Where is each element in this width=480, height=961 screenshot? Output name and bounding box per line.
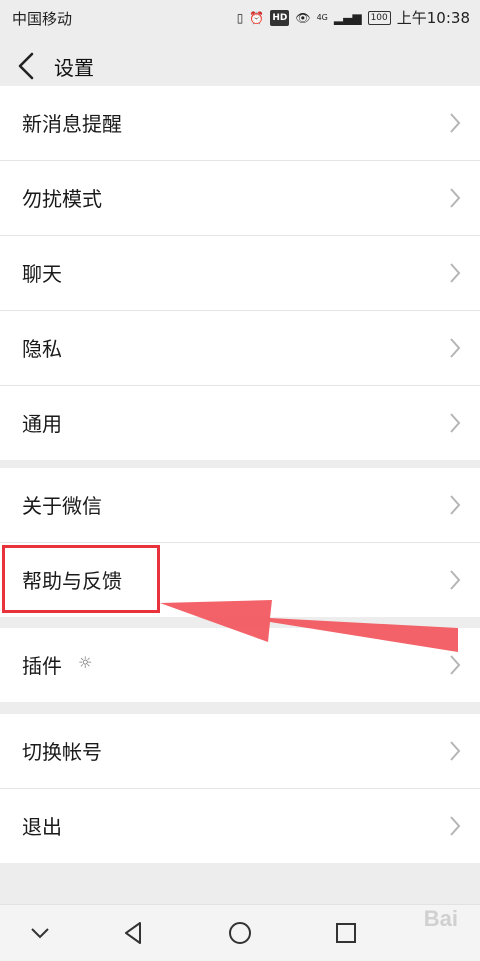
nav-home-icon[interactable] — [226, 919, 254, 947]
menu-item-switch-account[interactable]: 切换帐号 — [0, 714, 480, 789]
signal-icon: ▂▄▆ — [333, 10, 362, 25]
status-icons: ▯ ⏰ HD 👁 4G ▂▄▆ 100 上午10:38 — [237, 7, 470, 28]
menu-item-label: 切换帐号 — [22, 740, 102, 764]
network-label: 4G — [316, 12, 328, 22]
chevron-right-icon — [450, 655, 461, 675]
settings-group-plugins: 插件 ☼ — [0, 628, 480, 702]
menu-item-label: 关于微信 — [22, 494, 102, 518]
nav-back-icon[interactable] — [120, 919, 148, 947]
battery-icon: 100 — [367, 10, 391, 25]
menu-item-label: 插件 — [22, 654, 62, 678]
chevron-right-icon — [450, 495, 461, 515]
chevron-right-icon — [450, 188, 461, 208]
chevron-right-icon — [450, 570, 461, 590]
menu-item-log-out[interactable]: 退出 — [0, 789, 480, 863]
system-nav-bar — [0, 904, 480, 961]
chevron-right-icon — [450, 113, 461, 133]
chevron-right-icon — [450, 816, 461, 836]
vibrate-icon: ▯ — [236, 10, 244, 25]
annotation-highlight-box — [2, 545, 160, 613]
chevron-right-icon — [450, 263, 461, 283]
menu-item-new-message-alerts[interactable]: 新消息提醒 — [0, 86, 480, 161]
nav-recents-icon[interactable] — [332, 919, 360, 947]
menu-item-chat[interactable]: 聊天 — [0, 236, 480, 311]
settings-group-main: 新消息提醒 勿扰模式 聊天 隐私 通用 — [0, 86, 480, 460]
menu-item-label: 退出 — [22, 815, 62, 839]
menu-item-label: 隐私 — [22, 337, 62, 361]
chevron-right-icon — [450, 338, 461, 358]
menu-item-label: 通用 — [22, 412, 62, 436]
watermark-logo: Bai — [423, 906, 458, 931]
menu-item-label: 聊天 — [22, 262, 62, 286]
alarm-icon: ⏰ — [249, 10, 265, 25]
status-time: 上午10:38 — [396, 9, 470, 27]
menu-item-label: 勿扰模式 — [22, 187, 102, 211]
chevron-right-icon — [450, 413, 461, 433]
menu-item-general[interactable]: 通用 — [0, 386, 480, 460]
carrier-name: 中国移动 — [12, 10, 73, 28]
menu-item-about-wechat[interactable]: 关于微信 — [0, 468, 480, 543]
back-arrow-icon[interactable] — [14, 48, 40, 84]
menu-item-privacy[interactable]: 隐私 — [0, 311, 480, 386]
menu-item-plugins[interactable]: 插件 ☼ — [0, 628, 480, 702]
hd-icon: HD — [270, 9, 290, 26]
status-bar: 中国移动 ▯ ⏰ HD 👁 4G ▂▄▆ 100 上午10:38 — [0, 0, 480, 34]
chevron-down-icon[interactable] — [26, 919, 54, 947]
menu-item-label: 新消息提醒 — [22, 112, 122, 136]
eye-icon: 👁 — [295, 10, 311, 25]
settings-group-account: 切换帐号 退出 — [0, 714, 480, 863]
chevron-right-icon — [450, 741, 461, 761]
page-title: 设置 — [54, 56, 94, 80]
menu-item-do-not-disturb[interactable]: 勿扰模式 — [0, 161, 480, 236]
plugin-bulb-icon: ☼ — [78, 653, 93, 672]
